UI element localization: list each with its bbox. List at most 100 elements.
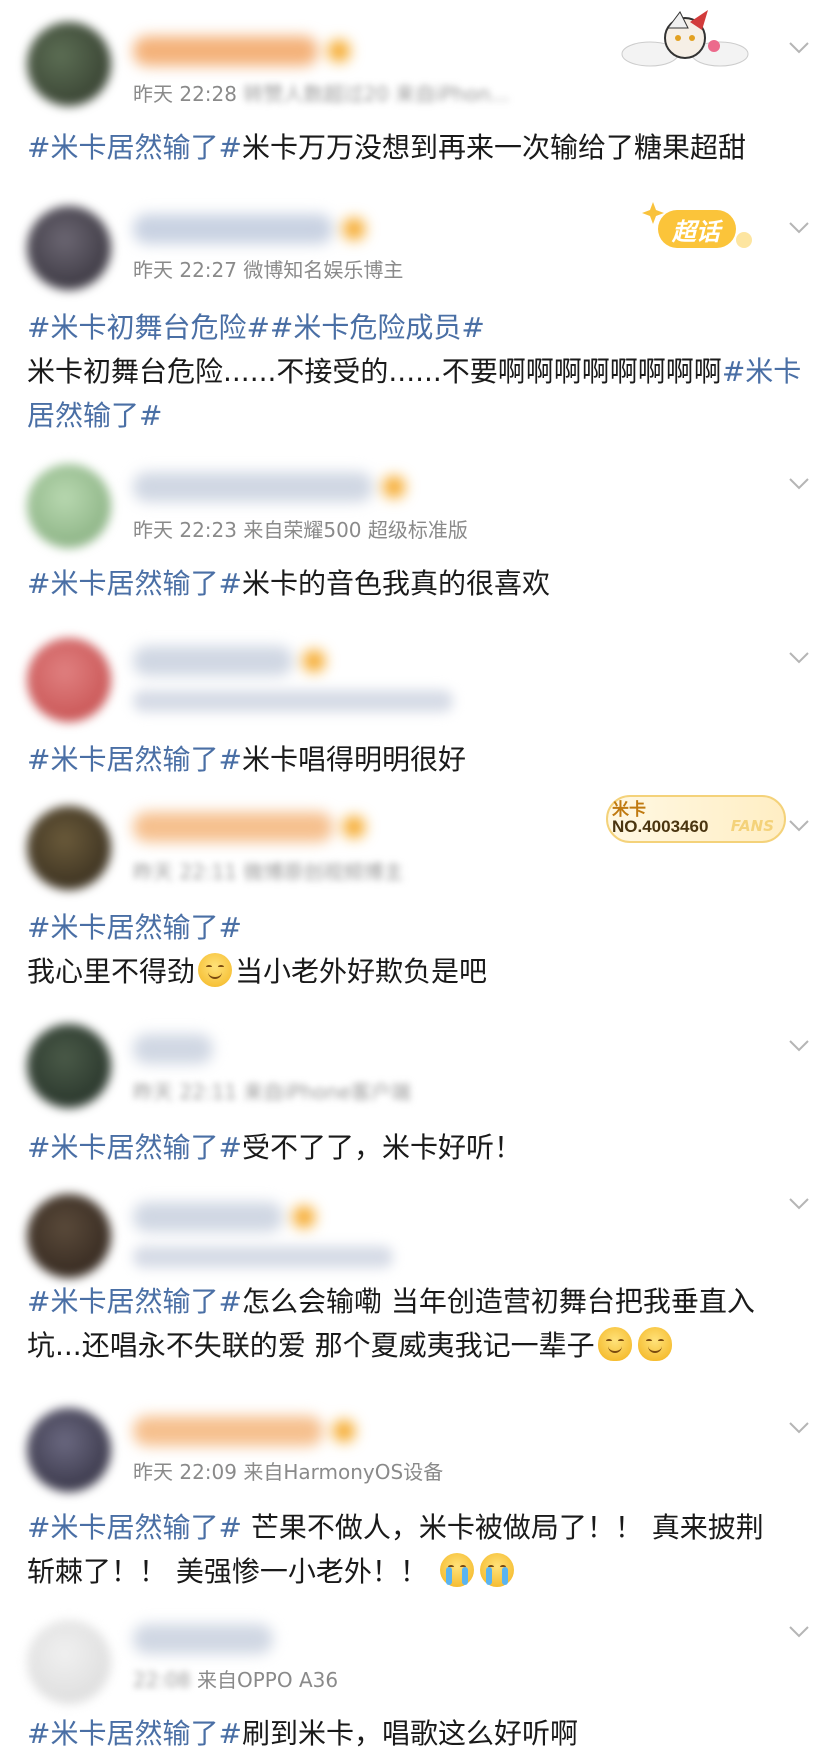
post-meta: 昨天 22:23 来自荣耀500 超级标准版 xyxy=(133,514,468,543)
post-source: 来自iPhon... xyxy=(395,82,510,106)
smile-emoji-icon xyxy=(198,953,233,987)
post-meta: 昨天 22:28 转赞人数超过20 来自iPhon... xyxy=(133,78,509,107)
username[interactable] xyxy=(133,36,350,66)
comment-line: 居然输了# xyxy=(27,394,812,438)
post-time: 昨天 22:28 xyxy=(133,82,237,106)
hashtag-link[interactable]: #米卡居然输了# xyxy=(27,567,242,600)
comment-text-span: 刷到米卡，唱歌这么好听啊 xyxy=(241,1717,578,1750)
post-meta: 昨天 22:11 来自iPhone客户端 xyxy=(133,1076,411,1105)
chevron-down-icon[interactable] xyxy=(786,1190,812,1216)
comment-line: #米卡居然输了#受不了了，米卡好听！ xyxy=(27,1126,812,1170)
comment-line: #米卡居然输了# 芒果不做人，米卡被做局了！！ 真来披荆 xyxy=(27,1506,812,1550)
avatar[interactable] xyxy=(27,1620,111,1704)
cry-emoji-icon xyxy=(439,1553,474,1587)
comment-line: 斩棘了！！ 美强惨一小老外！！ xyxy=(27,1550,812,1594)
post-meta: 22:08 来自OPPO A36 xyxy=(133,1664,338,1693)
character-sticker-icon xyxy=(610,6,760,70)
comment-item: #米卡居然输了#怎么会输嘞 当年创造营初舞台把我垂直入坑...还唱永不失联的爱 … xyxy=(0,1170,838,1384)
comment-text-span: 当小老外好欺负是吧 xyxy=(235,955,488,988)
hashtag-link[interactable]: #米卡居然输了# xyxy=(27,743,242,776)
comment-line: #米卡居然输了#怎么会输嘞 当年创造营初舞台把我垂直入 xyxy=(27,1280,812,1324)
vip-badge-icon xyxy=(383,476,405,498)
hashtag-link[interactable]: #米卡居然输了# xyxy=(27,1285,242,1318)
avatar[interactable] xyxy=(27,806,111,890)
post-meta xyxy=(133,1246,393,1268)
avatar[interactable] xyxy=(27,464,111,548)
comment-text: #米卡居然输了#米卡的音色我真的很喜欢 xyxy=(27,562,812,606)
hashtag-link[interactable]: #米卡 xyxy=(722,355,801,388)
comment-text: #米卡居然输了#刷到米卡，唱歌这么好听啊 xyxy=(27,1712,812,1756)
comment-line: #米卡居然输了#米卡的音色我真的很喜欢 xyxy=(27,562,812,606)
drool-emoji-icon xyxy=(597,1327,632,1361)
username[interactable] xyxy=(133,1034,213,1064)
chevron-down-icon[interactable] xyxy=(786,1032,812,1058)
hashtag-link[interactable]: #米卡居然输了# xyxy=(27,1131,242,1164)
comment-line: 我心里不得劲 当小老外好欺负是吧 xyxy=(27,950,812,994)
post-source: 微博原创视频博主 xyxy=(243,860,404,884)
vip-badge-icon xyxy=(293,1206,315,1228)
comment-text: #米卡居然输了#米卡唱得明明很好 xyxy=(27,738,812,782)
comment-text-span: 芒果不做人，米卡被做局了！！ 真来披荆 xyxy=(241,1511,764,1544)
comment-item: #米卡居然输了#米卡唱得明明很好 xyxy=(0,610,838,778)
avatar[interactable] xyxy=(27,1024,111,1108)
hashtag-link[interactable]: #米卡居然输了# xyxy=(27,911,242,944)
hashtag-link[interactable]: #米卡初舞台危险##米卡危险成员# xyxy=(27,311,485,344)
comment-item: 昨天 22:11 来自iPhone客户端 #米卡居然输了#受不了了，米卡好听！ xyxy=(0,998,838,1170)
avatar[interactable] xyxy=(27,638,111,722)
hashtag-link[interactable]: 居然输了# xyxy=(27,399,162,432)
fan-badge: 米卡 NO.4003460 FANS xyxy=(606,795,786,843)
vip-badge-icon xyxy=(333,1420,355,1442)
comment-text-span: 米卡的音色我真的很喜欢 xyxy=(241,567,550,600)
hashtag-link[interactable]: #米卡居然输了# xyxy=(27,131,242,164)
comment-text-span: 斩棘了！！ 美强惨一小老外！！ xyxy=(27,1555,437,1588)
repost-count: 转赞人数超过20 xyxy=(243,82,389,106)
super-topic-badge: 超话 xyxy=(640,200,760,256)
vip-badge-icon xyxy=(343,218,365,240)
avatar[interactable] xyxy=(27,22,111,106)
post-time: 昨天 22:09 xyxy=(133,1460,237,1484)
comment-text: #米卡居然输了#米卡万万没想到再来一次输给了糖果超甜 xyxy=(27,126,812,170)
avatar[interactable] xyxy=(27,206,111,290)
avatar[interactable] xyxy=(27,1194,111,1278)
comment-line: #米卡居然输了# xyxy=(27,906,812,950)
comment-text-span: 我心里不得劲 xyxy=(27,955,196,988)
comment-item: 昨天 22:09 来自HarmonyOS设备 #米卡居然输了# 芒果不做人，米卡… xyxy=(0,1384,838,1598)
avatar[interactable] xyxy=(27,1408,111,1492)
comment-text-span: 怎么会输嘞 当年创造营初舞台把我垂直入 xyxy=(241,1285,755,1318)
username[interactable] xyxy=(133,214,365,244)
username[interactable] xyxy=(133,1624,273,1654)
username[interactable] xyxy=(133,472,405,502)
hashtag-link[interactable]: #米卡居然输了# xyxy=(27,1717,242,1750)
comment-text-span: 米卡初舞台危险......不接受的......不要啊啊啊啊啊啊啊啊 xyxy=(27,355,722,388)
username[interactable] xyxy=(133,1416,355,1446)
username[interactable] xyxy=(133,646,325,676)
post-time: 昨天 22:11 xyxy=(133,1080,237,1104)
username[interactable] xyxy=(133,1202,315,1232)
chevron-down-icon[interactable] xyxy=(786,1414,812,1440)
chevron-down-icon[interactable] xyxy=(786,644,812,670)
chevron-down-icon[interactable] xyxy=(786,470,812,496)
vip-badge-icon xyxy=(328,40,350,62)
post-meta xyxy=(133,690,453,712)
post-time: 22:08 xyxy=(133,1668,191,1692)
username[interactable] xyxy=(133,812,365,842)
comment-item: 22:08 来自OPPO A36 #米卡居然输了#刷到米卡，唱歌这么好听啊 xyxy=(0,1598,838,1758)
vip-badge-icon xyxy=(303,650,325,672)
hashtag-link[interactable]: #米卡居然输了# xyxy=(27,1511,242,1544)
chevron-down-icon[interactable] xyxy=(786,1618,812,1644)
comment-text-span: 坑...还唱永不失联的爱 那个夏威夷我记一辈子 xyxy=(27,1329,595,1362)
chevron-down-icon[interactable] xyxy=(786,214,812,240)
comment-text-span: 米卡唱得明明很好 xyxy=(241,743,466,776)
cry-emoji-icon xyxy=(479,1553,514,1587)
post-meta: 昨天 22:09 来自HarmonyOS设备 xyxy=(133,1456,443,1485)
comment-text: #米卡居然输了# 芒果不做人，米卡被做局了！！ 真来披荆斩棘了！！ 美强惨一小老… xyxy=(27,1506,812,1594)
chevron-down-icon[interactable] xyxy=(786,34,812,60)
post-source: 来自荣耀500 超级标准版 xyxy=(243,518,468,542)
comment-line: #米卡居然输了#米卡唱得明明很好 xyxy=(27,738,812,782)
comment-line: 米卡初舞台危险......不接受的......不要啊啊啊啊啊啊啊啊#米卡 xyxy=(27,350,812,394)
drool-emoji-icon xyxy=(637,1327,672,1361)
chevron-down-icon[interactable] xyxy=(786,812,812,838)
post-source: 微博知名娱乐博主 xyxy=(243,258,404,282)
comment-text: #米卡居然输了#受不了了，米卡好听！ xyxy=(27,1126,812,1170)
comment-line: 坑...还唱永不失联的爱 那个夏威夷我记一辈子 xyxy=(27,1324,812,1368)
